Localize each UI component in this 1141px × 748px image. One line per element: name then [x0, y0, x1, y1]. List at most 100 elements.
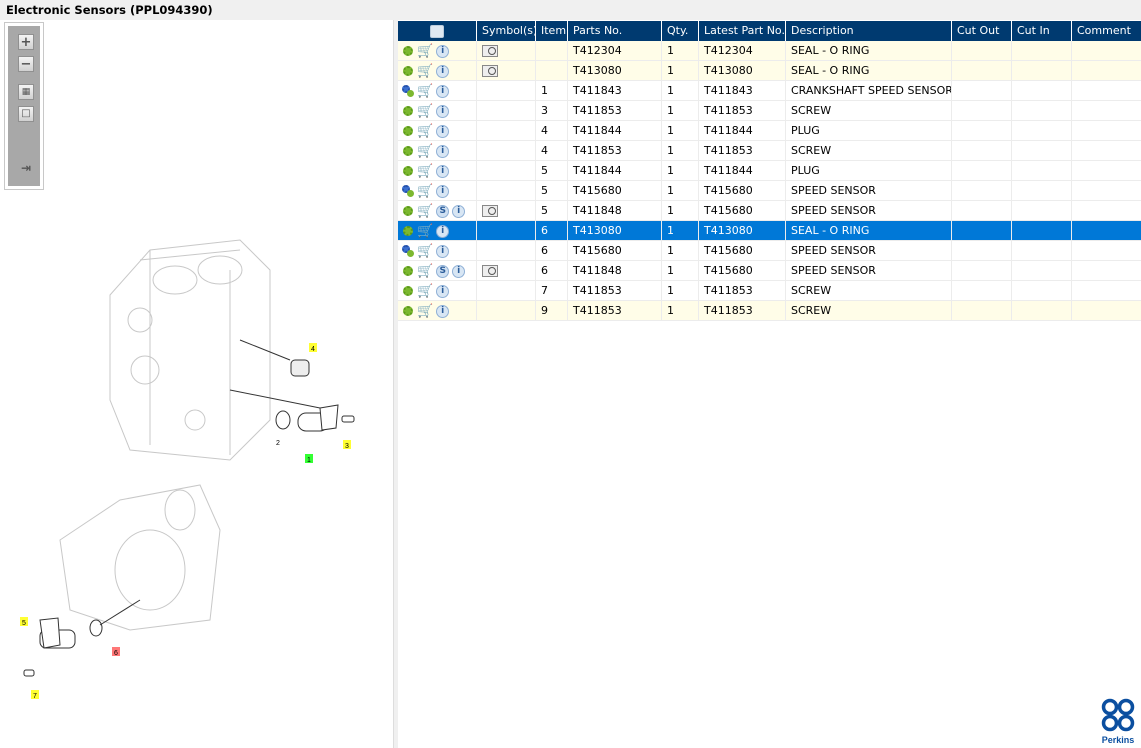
cut-in-cell: [1012, 161, 1072, 181]
manual-lookup-icon[interactable]: [482, 65, 498, 77]
shopping-cart-icon[interactable]: 🛒: [417, 65, 433, 78]
symbols-cell: [477, 181, 536, 201]
manual-lookup-icon[interactable]: [482, 45, 498, 57]
header-parts-no[interactable]: Parts No.: [568, 21, 662, 41]
shopping-cart-icon[interactable]: 🛒: [417, 45, 433, 58]
export-button[interactable]: ⇥: [18, 160, 34, 176]
info-icon[interactable]: i: [436, 64, 450, 78]
info-icon[interactable]: i: [436, 184, 450, 198]
comment-cell: [1072, 101, 1141, 121]
info-icon[interactable]: i: [436, 244, 450, 258]
header-cut-out[interactable]: Cut Out: [952, 21, 1012, 41]
shopping-cart-icon[interactable]: 🛒: [417, 265, 433, 278]
shopping-cart-icon[interactable]: 🛒: [417, 145, 433, 158]
table-row[interactable]: 🛒 i 5 T415680 1 T415680 SPEED SENSOR: [398, 181, 1141, 201]
row-actions: 🛒 i: [398, 121, 477, 141]
header-item[interactable]: Item: [536, 21, 568, 41]
callout-7[interactable]: 7: [33, 693, 37, 700]
callout-5[interactable]: 5: [22, 620, 26, 627]
header-description[interactable]: Description: [786, 21, 952, 41]
manual-lookup-icon[interactable]: [482, 265, 498, 277]
callout-6[interactable]: 6: [114, 650, 118, 657]
table-row[interactable]: 🛒 i T412304 1 T412304 SEAL - O RING: [398, 41, 1141, 61]
part-gear-icon[interactable]: [402, 45, 414, 57]
qty-cell: 1: [662, 241, 699, 261]
table-row[interactable]: 🛒 i 7 T411853 1 T411853 SCREW: [398, 281, 1141, 301]
row-actions: 🛒 Si: [398, 261, 477, 281]
zoom-in-button[interactable]: +: [18, 34, 34, 50]
shopping-cart-icon[interactable]: 🛒: [417, 185, 433, 198]
part-gear-icon[interactable]: [402, 65, 414, 77]
callout-2[interactable]: 2: [276, 440, 280, 447]
description-cell: SEAL - O RING: [786, 221, 952, 241]
header-comment[interactable]: Comment: [1072, 21, 1141, 41]
table-row[interactable]: 🛒 i 6 T413080 1 T413080 SEAL - O RING: [398, 221, 1141, 241]
info-icon[interactable]: i: [452, 264, 466, 278]
search-column-header[interactable]: [398, 21, 477, 41]
shopping-cart-icon[interactable]: 🛒: [417, 245, 433, 258]
part-gear-icon[interactable]: [402, 205, 414, 217]
assembly-gears-icon[interactable]: [402, 245, 414, 257]
cut-in-cell: [1012, 121, 1072, 141]
shopping-cart-icon[interactable]: 🛒: [417, 85, 433, 98]
supersession-icon[interactable]: S: [436, 264, 450, 278]
part-number-cell: T412304: [568, 41, 662, 61]
info-icon[interactable]: i: [436, 284, 450, 298]
table-row[interactable]: 🛒 i 5 T411844 1 T411844 PLUG: [398, 161, 1141, 181]
cut-in-cell: [1012, 301, 1072, 321]
row-actions: 🛒 i: [398, 41, 477, 61]
actual-size-button[interactable]: □: [18, 106, 34, 122]
info-icon[interactable]: i: [436, 144, 450, 158]
part-gear-icon[interactable]: [402, 165, 414, 177]
shopping-cart-icon[interactable]: 🛒: [417, 225, 433, 238]
table-row[interactable]: 🛒 i 3 T411853 1 T411853 SCREW: [398, 101, 1141, 121]
shopping-cart-icon[interactable]: 🛒: [417, 165, 433, 178]
item-cell: [536, 61, 568, 81]
header-latest-part-no[interactable]: Latest Part No.: [699, 21, 786, 41]
diagram-pane[interactable]: + − ▦ □ ⇥ 4 2 1 3 5 6 7: [0, 20, 394, 748]
header-symbols[interactable]: Symbol(s): [477, 21, 536, 41]
assembly-gears-icon[interactable]: [402, 85, 414, 97]
shopping-cart-icon[interactable]: 🛒: [417, 305, 433, 318]
part-gear-icon[interactable]: [402, 285, 414, 297]
info-icon[interactable]: i: [436, 224, 450, 238]
info-icon[interactable]: i: [436, 104, 450, 118]
zoom-out-button[interactable]: −: [18, 56, 34, 72]
table-row[interactable]: 🛒 Si 6 T411848 1 T415680 SPEED SENSOR: [398, 261, 1141, 281]
part-gear-icon[interactable]: [402, 265, 414, 277]
shopping-cart-icon[interactable]: 🛒: [417, 285, 433, 298]
table-row[interactable]: 🛒 i 9 T411853 1 T411853 SCREW: [398, 301, 1141, 321]
callout-1[interactable]: 1: [307, 457, 311, 464]
info-icon[interactable]: i: [436, 84, 450, 98]
part-gear-icon[interactable]: [402, 225, 414, 237]
table-row[interactable]: 🛒 i 4 T411853 1 T411853 SCREW: [398, 141, 1141, 161]
info-icon[interactable]: i: [436, 44, 450, 58]
info-icon[interactable]: i: [436, 124, 450, 138]
callout-3[interactable]: 3: [345, 443, 349, 450]
supersession-icon[interactable]: S: [436, 204, 450, 218]
parts-drawing: [23, 339, 355, 677]
header-qty[interactable]: Qty.: [662, 21, 699, 41]
shopping-cart-icon[interactable]: 🛒: [417, 205, 433, 218]
info-icon[interactable]: i: [452, 204, 466, 218]
part-number-cell: T411848: [568, 261, 662, 281]
shopping-cart-icon[interactable]: 🛒: [417, 105, 433, 118]
table-row[interactable]: 🛒 i 6 T415680 1 T415680 SPEED SENSOR: [398, 241, 1141, 261]
callout-4[interactable]: 4: [311, 346, 315, 353]
table-row[interactable]: 🛒 i 1 T411843 1 T411843 CRANKSHAFT SPEED …: [398, 81, 1141, 101]
table-row[interactable]: 🛒 i T413080 1 T413080 SEAL - O RING: [398, 61, 1141, 81]
table-row[interactable]: 🛒 Si 5 T411848 1 T415680 SPEED SENSOR: [398, 201, 1141, 221]
info-icon[interactable]: i: [436, 164, 450, 178]
header-cut-in[interactable]: Cut In: [1012, 21, 1072, 41]
shopping-cart-icon[interactable]: 🛒: [417, 125, 433, 138]
fit-all-button[interactable]: ▦: [18, 84, 34, 100]
assembly-gears-icon[interactable]: [402, 185, 414, 197]
table-row[interactable]: 🛒 i 4 T411844 1 T411844 PLUG: [398, 121, 1141, 141]
part-gear-icon[interactable]: [402, 145, 414, 157]
manual-lookup-icon[interactable]: [482, 205, 498, 217]
latest-part-cell: T411853: [699, 141, 786, 161]
part-gear-icon[interactable]: [402, 305, 414, 317]
info-icon[interactable]: i: [436, 304, 450, 318]
part-gear-icon[interactable]: [402, 125, 414, 137]
part-gear-icon[interactable]: [402, 105, 414, 117]
